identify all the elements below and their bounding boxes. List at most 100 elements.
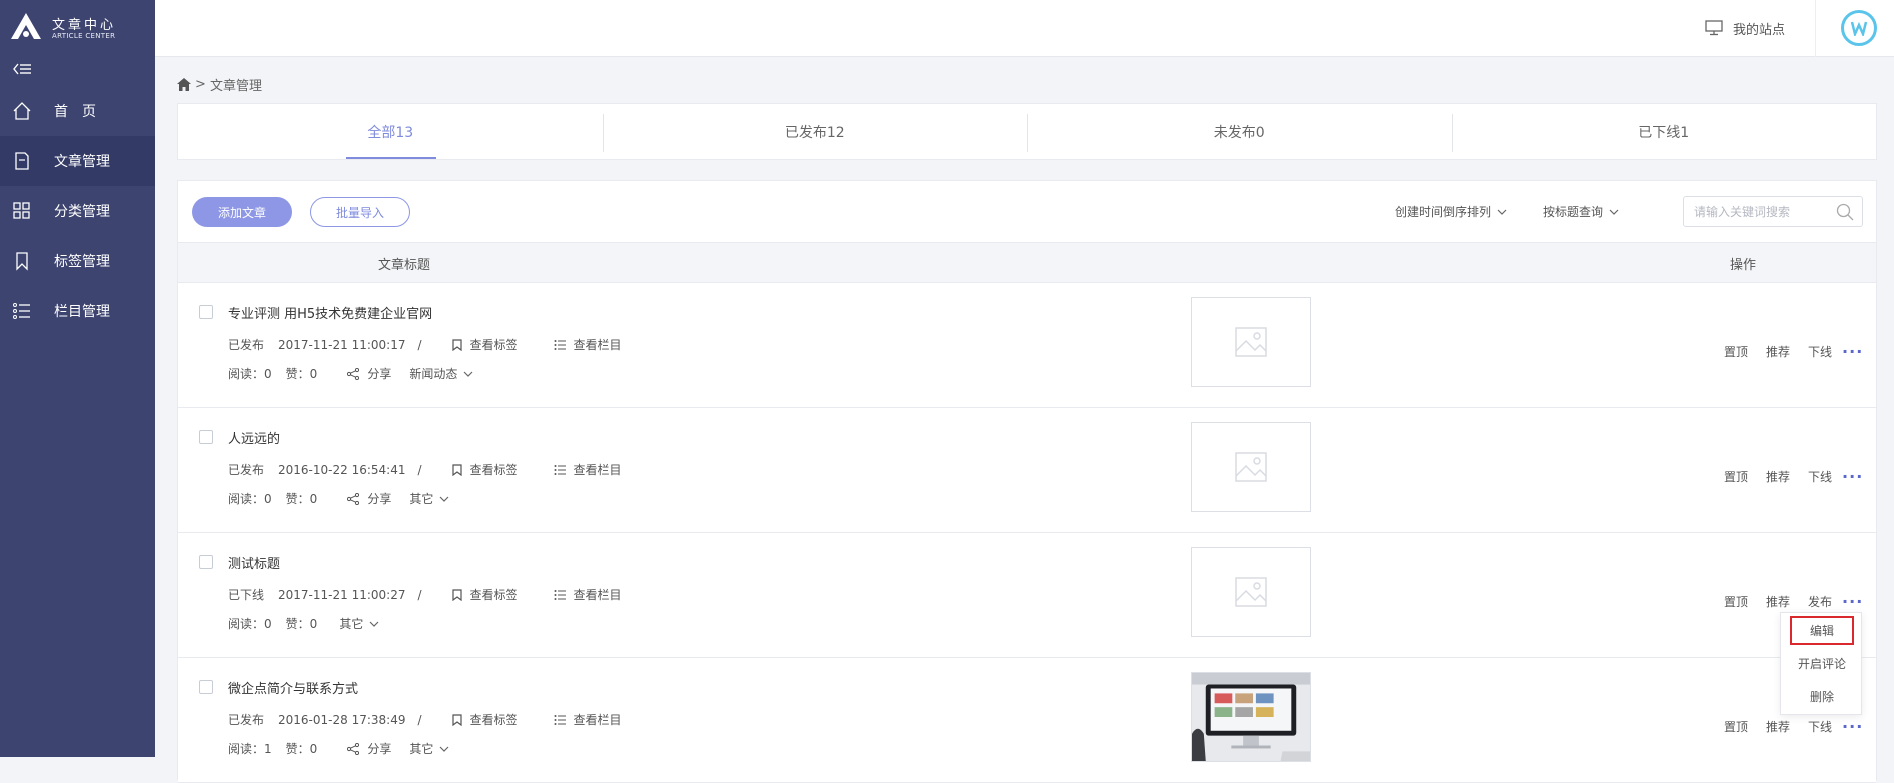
sidebar-item-columns[interactable]: 栏目管理 bbox=[0, 286, 155, 336]
status-action[interactable]: 下线 bbox=[1808, 718, 1832, 735]
tab-published[interactable]: 已发布12 bbox=[602, 104, 1028, 159]
category-dropdown[interactable]: 其它 bbox=[339, 615, 379, 632]
home-icon[interactable] bbox=[177, 78, 191, 91]
view-column-label: 查看栏目 bbox=[573, 588, 622, 602]
category-dropdown[interactable]: 其它 bbox=[409, 490, 449, 507]
article-thumbnail bbox=[1191, 547, 1311, 637]
avatar[interactable] bbox=[1841, 10, 1877, 46]
status-action[interactable]: 下线 bbox=[1808, 468, 1832, 485]
article-status: 已下线 bbox=[228, 588, 265, 602]
batch-import-button[interactable]: 批量导入 bbox=[310, 197, 410, 227]
status-action[interactable]: 发布 bbox=[1808, 593, 1832, 610]
more-icon[interactable]: ··· bbox=[1842, 468, 1863, 484]
category-dropdown[interactable]: 其它 bbox=[409, 740, 449, 757]
pin-top-action[interactable]: 置顶 bbox=[1724, 343, 1748, 360]
sidebar-item-categories[interactable]: 分类管理 bbox=[0, 186, 155, 236]
share-icon bbox=[347, 742, 360, 755]
article-title[interactable]: 测试标题 bbox=[228, 553, 280, 572]
search-icon[interactable] bbox=[1836, 203, 1854, 221]
sort-dropdown[interactable]: 创建时间倒序排列 bbox=[1395, 203, 1507, 220]
collapse-menu-icon[interactable] bbox=[12, 60, 32, 78]
sidebar-item-articles[interactable]: 文章管理 bbox=[0, 136, 155, 186]
chevron-down-icon bbox=[369, 621, 379, 627]
view-column-link[interactable]: 查看栏目 bbox=[554, 461, 622, 478]
article-meta: 已发布 2016-01-28 17:38:49 / 查看标签 查看栏目 bbox=[228, 711, 622, 728]
article-meta: 已下线 2017-11-21 11:00:27 / 查看标签 查看栏目 bbox=[228, 586, 622, 603]
view-column-link[interactable]: 查看栏目 bbox=[554, 586, 622, 603]
article-title[interactable]: 人远远的 bbox=[228, 428, 280, 447]
breadcrumb-current: 文章管理 bbox=[210, 79, 263, 94]
tab-offline[interactable]: 已下线1 bbox=[1451, 104, 1877, 159]
column-title: 文章标题 bbox=[378, 258, 431, 273]
view-tags-label: 查看标签 bbox=[469, 713, 518, 727]
article-title[interactable]: 微企点简介与联系方式 bbox=[228, 678, 358, 697]
view-tags-link[interactable]: 查看标签 bbox=[451, 586, 518, 603]
more-icon[interactable]: ··· bbox=[1842, 593, 1863, 609]
add-article-button[interactable]: 添加文章 bbox=[192, 197, 292, 227]
like-count: 0 bbox=[309, 741, 318, 756]
row-checkbox[interactable] bbox=[199, 680, 213, 694]
read-label: 阅读： bbox=[228, 742, 265, 756]
query-dropdown[interactable]: 按标题查询 bbox=[1543, 203, 1619, 220]
article-time: 2016-01-28 17:38:49 bbox=[278, 712, 406, 727]
share-icon bbox=[347, 492, 360, 505]
read-label: 阅读： bbox=[228, 492, 265, 506]
view-tags-link[interactable]: 查看标签 bbox=[451, 461, 518, 478]
more-icon[interactable]: ··· bbox=[1842, 718, 1863, 734]
tab-all[interactable]: 全部13 bbox=[178, 104, 603, 159]
share-link[interactable]: 分享 bbox=[347, 740, 391, 757]
article-thumbnail bbox=[1191, 297, 1311, 387]
view-tags-link[interactable]: 查看标签 bbox=[451, 711, 518, 728]
share-link[interactable]: 分享 bbox=[347, 490, 391, 507]
sidebar-item-home[interactable]: 首 页 bbox=[0, 86, 155, 136]
menu-item-edit[interactable]: 编辑 bbox=[1781, 622, 1863, 639]
brand-logo[interactable]: 文章中心 ARTICLE CENTER bbox=[10, 10, 140, 46]
pin-top-action[interactable]: 置顶 bbox=[1724, 593, 1748, 610]
pin-top-action[interactable]: 置顶 bbox=[1724, 468, 1748, 485]
table-row: 测试标题 已下线 2017-11-21 11:00:27 / 查看标签 查看栏目… bbox=[178, 533, 1876, 658]
more-icon[interactable]: ··· bbox=[1842, 343, 1863, 359]
recommend-action[interactable]: 推荐 bbox=[1766, 718, 1790, 735]
recommend-action[interactable]: 推荐 bbox=[1766, 343, 1790, 360]
row-checkbox[interactable] bbox=[199, 430, 213, 444]
search-input[interactable] bbox=[1694, 203, 1834, 221]
status-action[interactable]: 下线 bbox=[1808, 343, 1832, 360]
recommend-action[interactable]: 推荐 bbox=[1766, 593, 1790, 610]
view-column-label: 查看栏目 bbox=[573, 463, 622, 477]
view-column-link[interactable]: 查看栏目 bbox=[554, 336, 622, 353]
image-placeholder-icon bbox=[1235, 577, 1267, 607]
view-column-link[interactable]: 查看栏目 bbox=[554, 711, 622, 728]
search-box bbox=[1683, 196, 1863, 227]
row-checkbox[interactable] bbox=[199, 555, 213, 569]
menu-item-delete[interactable]: 删除 bbox=[1781, 688, 1863, 705]
view-tags-label: 查看标签 bbox=[469, 338, 518, 352]
sidebar-item-tags[interactable]: 标签管理 bbox=[0, 236, 155, 286]
my-site-link[interactable]: 我的站点 bbox=[1705, 18, 1785, 38]
recommend-action[interactable]: 推荐 bbox=[1766, 468, 1790, 485]
view-tags-link[interactable]: 查看标签 bbox=[451, 336, 518, 353]
breadcrumb: > 文章管理 bbox=[177, 75, 262, 94]
table-row: 微企点简介与联系方式 已发布 2016-01-28 17:38:49 / 查看标… bbox=[178, 658, 1876, 783]
sidebar-item-label: 栏目管理 bbox=[54, 304, 110, 320]
view-column-label: 查看栏目 bbox=[573, 338, 622, 352]
category-label: 其它 bbox=[409, 492, 434, 506]
article-time: 2017-11-21 11:00:17 bbox=[278, 337, 406, 352]
home-icon bbox=[13, 102, 31, 120]
menu-item-enable-comments[interactable]: 开启评论 bbox=[1781, 655, 1863, 672]
read-count: 0 bbox=[264, 616, 272, 631]
row-checkbox[interactable] bbox=[199, 305, 213, 319]
read-count: 1 bbox=[264, 741, 272, 756]
share-link[interactable]: 分享 bbox=[347, 365, 391, 382]
like-label: 赞： bbox=[285, 367, 310, 381]
pin-top-action[interactable]: 置顶 bbox=[1724, 718, 1748, 735]
separator: / bbox=[417, 712, 422, 727]
brand-name: 文章中心 bbox=[52, 18, 117, 33]
article-title[interactable]: 专业评测 用H5技术免费建企业官网 bbox=[228, 303, 432, 322]
tab-unpublished[interactable]: 未发布0 bbox=[1027, 104, 1452, 159]
category-dropdown[interactable]: 新闻动态 bbox=[409, 365, 473, 382]
table-row: 人远远的 已发布 2016-10-22 16:54:41 / 查看标签 查看栏目… bbox=[178, 408, 1876, 533]
query-label: 按标题查询 bbox=[1543, 205, 1604, 219]
bookmark-icon bbox=[451, 338, 462, 351]
divider bbox=[1815, 0, 1816, 57]
like-label: 赞： bbox=[285, 742, 310, 756]
